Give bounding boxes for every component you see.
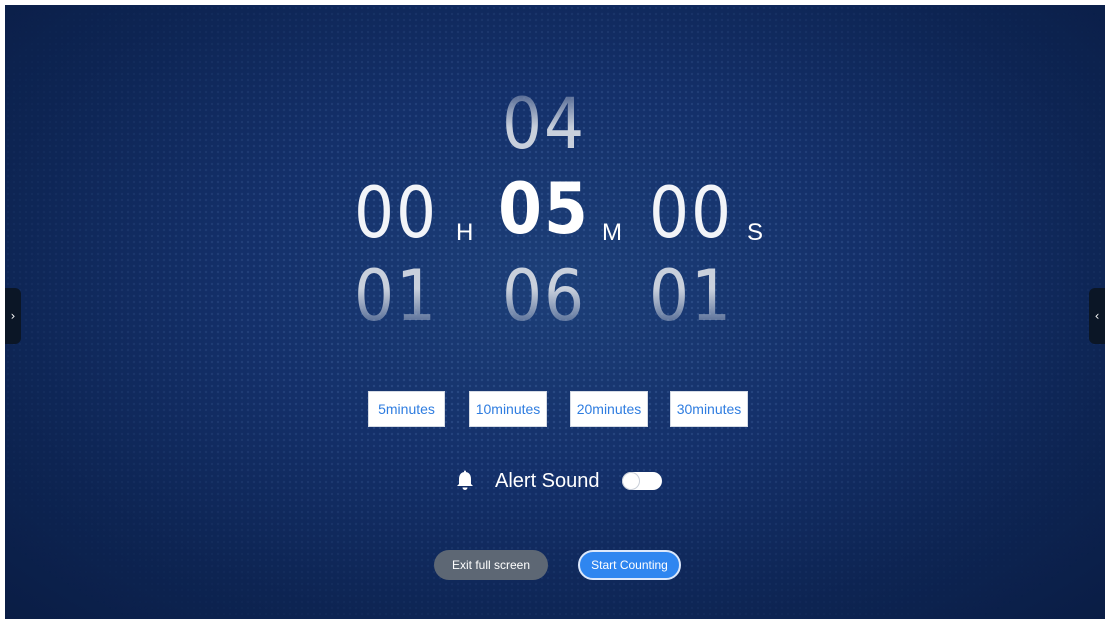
preset-10-minutes-button[interactable]: 10minutes [469, 391, 547, 427]
preset-20-minutes-button[interactable]: 20minutes [570, 391, 648, 427]
bell-icon [457, 470, 473, 490]
hours-unit-label: H [456, 219, 474, 246]
preset-5-minutes-button[interactable]: 5minutes [368, 391, 445, 427]
hours-next[interactable]: 01 [341, 261, 451, 331]
seconds-next[interactable]: 01 [636, 261, 746, 331]
seconds-unit-label: S [747, 219, 764, 246]
alert-sound-label: Alert Sound [495, 469, 600, 492]
start-counting-button[interactable]: Start Counting [578, 550, 681, 580]
seconds-current[interactable]: 00 [636, 178, 746, 248]
expand-right-tab[interactable]: ‹ [1089, 288, 1105, 344]
hours-current[interactable]: 00 [341, 178, 451, 248]
preset-30-minutes-button[interactable]: 30minutes [670, 391, 748, 427]
exit-full-screen-button[interactable]: Exit full screen [434, 550, 548, 580]
minutes-unit-label: M [602, 219, 622, 246]
toggle-knob [622, 473, 639, 489]
minutes-current[interactable]: 05 [489, 174, 599, 244]
minutes-previous[interactable]: 04 [489, 89, 599, 159]
minutes-next[interactable]: 06 [489, 261, 599, 331]
alert-sound-toggle[interactable] [621, 472, 662, 490]
alert-sound-row: Alert Sound [455, 465, 662, 497]
timer-screen: › ‹ 00 H 01 04 05 M 06 00 S 01 5minutes … [5, 5, 1105, 619]
expand-left-tab[interactable]: › [5, 288, 21, 344]
